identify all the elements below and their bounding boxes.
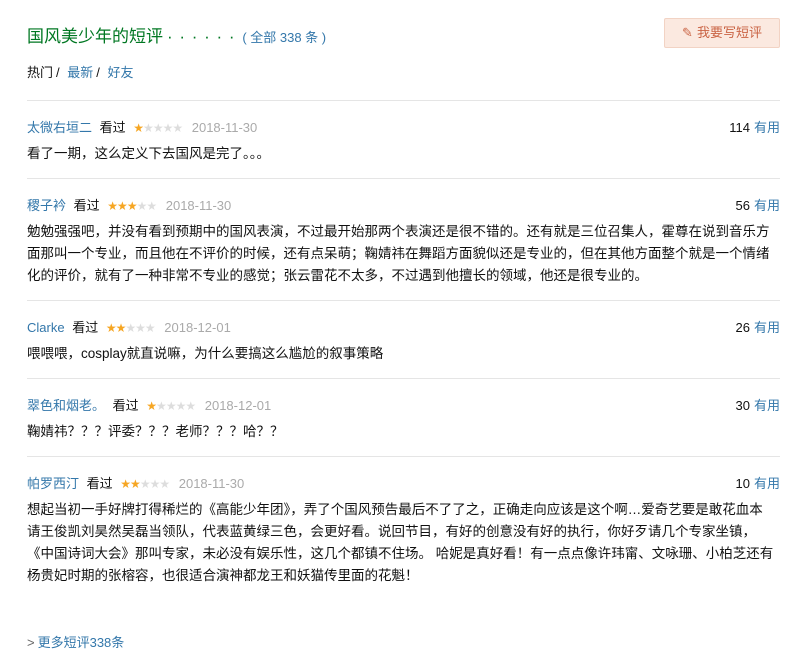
rating-stars: ★★★★★	[107, 199, 157, 213]
comment-text: 想起当初一手好牌打得稀烂的《高能少年团》，弄了个国风预告最后不了了之，正确走向应…	[27, 502, 774, 583]
write-review-label: 我要写短评	[696, 25, 762, 40]
comment-user-link[interactable]: 稷子衿	[27, 198, 66, 213]
watched-label: 看过	[99, 120, 126, 135]
useful-vote: 10 有用	[736, 473, 780, 492]
useful-button[interactable]: 有用	[754, 320, 780, 335]
comment-date: 2018-11-30	[178, 476, 245, 491]
star-filled-icon: ★	[117, 199, 128, 213]
star-empty-icon: ★	[185, 399, 196, 413]
useful-button[interactable]: 有用	[754, 198, 780, 213]
useful-button[interactable]: 有用	[754, 120, 780, 135]
filter-latest[interactable]: 最新	[67, 65, 93, 80]
header: 国风美少年的短评 · · · · · · ( 全部 338 条 ) ✎ 我要写短评	[27, 18, 780, 52]
star-filled-icon: ★	[120, 477, 131, 491]
vote-count: 26	[735, 320, 750, 335]
comment-meta: Clarke 看过 ★★★★★ 2018-12-01 26 有用	[27, 301, 780, 337]
comment-user-link[interactable]: 帕罗西汀	[27, 476, 79, 491]
more-comments-link[interactable]: > 更多短评338条	[27, 632, 124, 651]
star-empty-icon: ★	[143, 121, 154, 135]
comment-meta: 稷子衿 看过 ★★★★★ 2018-11-30 56 有用	[27, 179, 780, 215]
useful-button[interactable]: 有用	[754, 398, 780, 413]
vote-count: 114	[729, 120, 750, 135]
useful-vote: 30 有用	[736, 395, 780, 414]
comment-date: 2018-11-30	[191, 120, 258, 135]
useful-vote: 56 有用	[736, 195, 780, 214]
comment-user-link[interactable]: Clarke	[27, 320, 65, 335]
write-review-button[interactable]: ✎ 我要写短评	[664, 18, 780, 48]
comment-item: 翠色和烟老。 看过 ★★★★★ 2018-12-01 30 有用 鞠婧祎？？？评委…	[27, 378, 780, 443]
comment-item: 稷子衿 看过 ★★★★★ 2018-11-30 56 有用 勉勉强强吧，并没有看到…	[27, 178, 780, 287]
filter-separator: /	[96, 65, 100, 80]
comment-user-link[interactable]: 太微右垣二	[27, 120, 92, 135]
filter-separator: /	[56, 65, 60, 80]
useful-button[interactable]: 有用	[754, 476, 780, 491]
comment-date: 2018-12-01	[164, 320, 231, 335]
comment-date: 2018-11-30	[165, 198, 232, 213]
pencil-icon: ✎	[682, 25, 693, 40]
useful-vote: 114 有用	[729, 117, 780, 136]
star-empty-icon: ★	[146, 199, 157, 213]
sort-filters: 热门 / 最新 / 好友	[27, 62, 136, 81]
filter-friends[interactable]: 好友	[108, 65, 134, 80]
star-empty-icon: ★	[175, 399, 187, 413]
star-empty-icon: ★	[136, 199, 148, 213]
comment-date: 2018-12-01	[204, 398, 272, 413]
comment-meta: 太微右垣二 看过 ★★★★★ 2018-11-30 114 有用	[27, 101, 780, 137]
star-empty-icon: ★	[152, 121, 164, 135]
star-empty-icon: ★	[165, 399, 177, 413]
comment-text: 鞠婧祎？？？评委？？？老师？？？哈？？	[27, 424, 284, 439]
watched-label: 看过	[72, 320, 99, 335]
star-empty-icon: ★	[172, 121, 183, 135]
star-filled-icon: ★	[146, 399, 157, 413]
comment-user-link[interactable]: 翠色和烟老。	[27, 398, 105, 413]
vote-count: 30	[735, 398, 750, 413]
vote-count: 56	[735, 198, 750, 213]
star-empty-icon: ★	[156, 399, 167, 413]
watched-label: 看过	[112, 398, 139, 413]
comment-meta: 帕罗西汀 看过 ★★★★★ 2018-11-30 10 有用	[27, 457, 780, 493]
star-empty-icon: ★	[159, 477, 170, 491]
rating-stars: ★★★★★	[133, 121, 183, 135]
all-count-link[interactable]: ( 全部 338 条 )	[242, 30, 326, 45]
section-title: 国风美少年的短评 · · · · · · ( 全部 338 条 )	[27, 22, 326, 47]
comment-text: 勉勉强强吧，并没有看到预期中的国风表演，不过最开始那两个表演还是很不错的。还有就…	[27, 224, 770, 283]
watched-label: 看过	[73, 198, 100, 213]
star-filled-icon: ★	[130, 477, 141, 491]
vote-count: 10	[735, 476, 750, 491]
watched-label: 看过	[86, 476, 113, 491]
star-empty-icon: ★	[149, 477, 161, 491]
useful-vote: 26 有用	[736, 317, 780, 336]
chevron-right-icon: >	[27, 635, 35, 650]
star-filled-icon: ★	[133, 121, 144, 135]
star-filled-icon: ★	[115, 321, 127, 335]
comment-list: 太微右垣二 看过 ★★★★★ 2018-11-30 114 有用 看了一期，这么定…	[27, 100, 780, 600]
star-empty-icon: ★	[162, 121, 174, 135]
rating-stars: ★★★★★	[146, 399, 196, 413]
star-filled-icon: ★	[105, 321, 117, 335]
star-empty-icon: ★	[144, 321, 156, 335]
more-comments-label: 更多短评338条	[37, 635, 125, 650]
star-empty-icon: ★	[135, 321, 146, 335]
star-empty-icon: ★	[139, 477, 151, 491]
comment-item: Clarke 看过 ★★★★★ 2018-12-01 26 有用 喂喂喂，cosp…	[27, 300, 780, 365]
star-filled-icon: ★	[126, 199, 138, 213]
star-empty-icon: ★	[125, 321, 136, 335]
title-dots: · · · · · ·	[167, 27, 236, 46]
filter-hot[interactable]: 热门	[27, 65, 53, 80]
rating-stars: ★★★★★	[105, 321, 156, 335]
comment-meta: 翠色和烟老。 看过 ★★★★★ 2018-12-01 30 有用	[27, 379, 780, 415]
rating-stars: ★★★★★	[120, 477, 170, 491]
star-filled-icon: ★	[107, 199, 118, 213]
comment-text: 看了一期，这么定义下去国风是完了。。。	[27, 146, 270, 161]
comment-item: 太微右垣二 看过 ★★★★★ 2018-11-30 114 有用 看了一期，这么定…	[27, 100, 780, 165]
comment-text: 喂喂喂，cosplay就直说嘛，为什么要搞这么尴尬的叙事策略	[27, 346, 384, 361]
comment-item: 帕罗西汀 看过 ★★★★★ 2018-11-30 10 有用 想起当初一手好牌打得…	[27, 456, 780, 587]
title-text: 国风美少年的短评	[27, 27, 163, 46]
